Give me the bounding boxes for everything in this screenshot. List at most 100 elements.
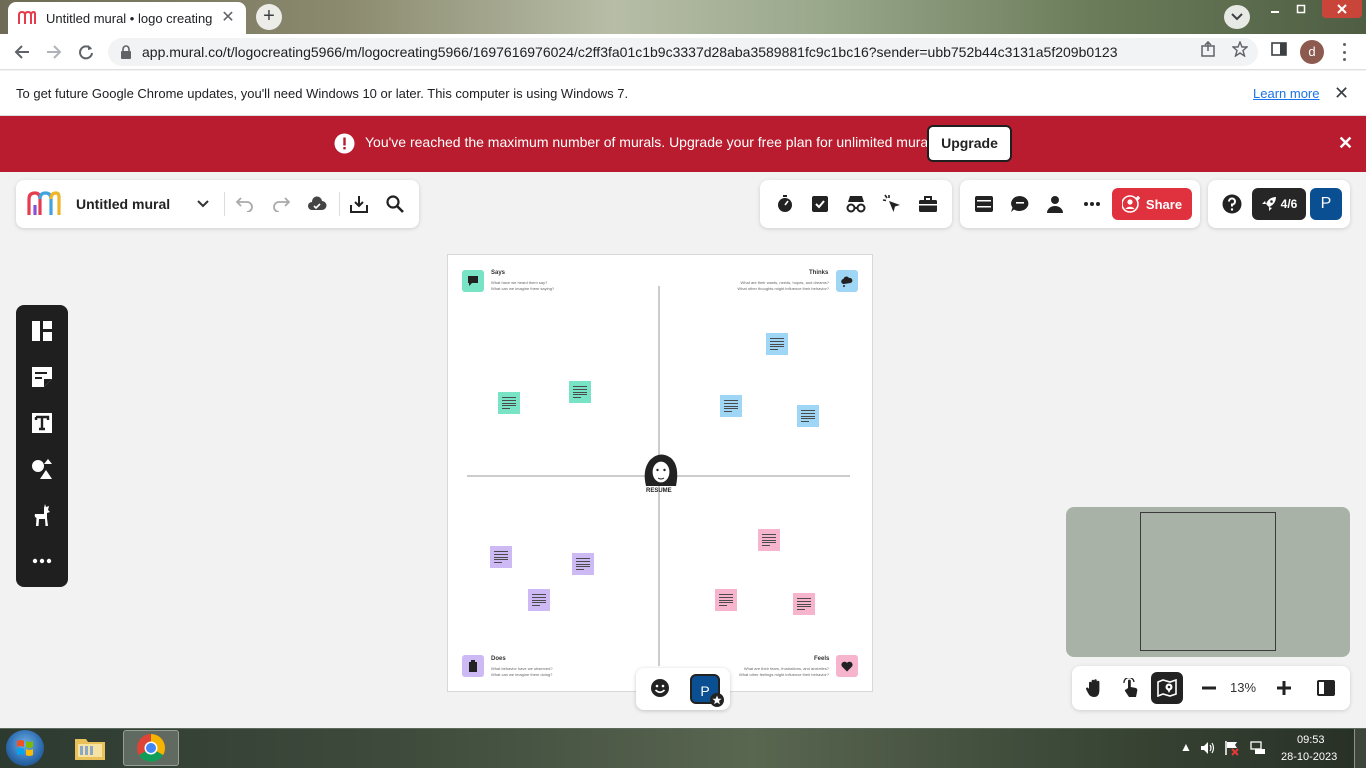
update-infobar: To get future Google Chrome updates, you… [0, 71, 1366, 116]
map-mode-button[interactable] [1151, 672, 1183, 704]
more-options-icon[interactable] [1080, 192, 1104, 216]
action-center-flag-icon[interactable] [1224, 740, 1240, 756]
shapes-icon[interactable] [30, 457, 54, 481]
sticky-note[interactable] [572, 553, 594, 575]
banner-close-icon[interactable]: ✕ [1338, 134, 1353, 152]
windows-start-button[interactable] [6, 730, 44, 766]
address-bar[interactable]: app.mural.co/t/logocreating5966/m/logocr… [108, 38, 1258, 66]
zoom-out-icon[interactable] [1197, 676, 1221, 700]
tab-search-button[interactable] [1224, 5, 1250, 29]
infobar-message: To get future Google Chrome updates, you… [16, 86, 629, 101]
quadrant-title-says: Says [491, 270, 506, 276]
chrome-icon [137, 734, 165, 762]
file-explorer-taskbar-item[interactable] [62, 730, 118, 766]
chrome-menu-icon[interactable] [1336, 43, 1352, 61]
sticky-note[interactable] [490, 546, 512, 568]
outline-icon[interactable] [972, 192, 996, 216]
sticky-note-icon[interactable] [30, 365, 54, 389]
undo-icon[interactable] [233, 192, 257, 216]
mural-logo-icon[interactable] [27, 190, 61, 218]
sticky-note[interactable] [715, 589, 737, 611]
timer-icon[interactable] [773, 192, 797, 216]
private-mode-icon[interactable] [844, 192, 868, 216]
search-icon[interactable] [383, 192, 407, 216]
quadrant-title-thinks: Thinks [809, 270, 829, 276]
tab-close-icon[interactable]: ✕ [220, 10, 236, 26]
thinks-cloud-icon [836, 270, 858, 292]
share-label: Share [1145, 196, 1183, 212]
share-button[interactable]: Share [1112, 188, 1192, 220]
sticky-note[interactable] [528, 589, 550, 611]
quadrant-title-does: Does [491, 656, 506, 662]
text-icon[interactable] [30, 411, 54, 435]
zoom-in-icon[interactable] [1272, 676, 1296, 700]
share-page-icon[interactable] [1200, 41, 1216, 57]
export-download-icon[interactable] [347, 192, 371, 216]
show-hidden-icons-icon[interactable]: ▲ [1180, 740, 1192, 754]
url-text: app.mural.co/t/logocreating5966/m/logocr… [142, 44, 1118, 60]
show-desktop-button[interactable] [1354, 729, 1366, 768]
forward-arrow-icon[interactable] [43, 41, 65, 63]
sticky-note[interactable] [720, 395, 742, 417]
new-tab-button[interactable]: + [256, 4, 282, 30]
volume-icon[interactable] [1200, 741, 1216, 755]
chevron-down-icon[interactable] [191, 192, 215, 216]
touch-select-icon[interactable] [1119, 676, 1143, 700]
minimize-window-icon[interactable] [1262, 0, 1288, 18]
upgrade-button[interactable]: Upgrade [927, 125, 1012, 162]
mural-title[interactable]: Untitled mural [76, 196, 170, 212]
facilitator-star-icon [710, 693, 724, 707]
persona-label: RESUME [646, 488, 672, 494]
sticky-note[interactable] [569, 381, 591, 403]
maximize-window-icon[interactable] [1288, 0, 1314, 18]
banner-message: You've reached the maximum number of mur… [365, 134, 943, 150]
llama-icon[interactable] [30, 503, 54, 527]
cloud-saved-icon [305, 192, 329, 216]
close-window-icon[interactable] [1322, 0, 1362, 18]
reload-icon[interactable] [75, 41, 97, 63]
side-panel-icon[interactable] [1271, 41, 1287, 57]
mural-favicon-icon [18, 11, 36, 25]
browser-tab[interactable]: Untitled mural • logo creating ✕ [8, 2, 246, 34]
alert-icon [334, 133, 355, 154]
network-icon[interactable] [1250, 741, 1266, 755]
more-tools-icon[interactable] [30, 549, 54, 573]
tab-title: Untitled mural • logo creating [46, 10, 213, 26]
members-icon[interactable] [1043, 192, 1067, 216]
quadrant-prompt: What other thoughts might influence thei… [737, 286, 829, 291]
voting-checkbox-icon[interactable] [808, 192, 832, 216]
taskbar-clock-date[interactable]: 28-10-2023 [1281, 751, 1337, 763]
toolbox-icon[interactable] [916, 192, 940, 216]
onboarding-progress-button[interactable]: 4/6 [1252, 188, 1306, 220]
summon-cursor-icon[interactable] [880, 192, 904, 216]
back-arrow-icon[interactable] [11, 41, 33, 63]
sticky-note[interactable] [797, 405, 819, 427]
lock-icon [120, 45, 132, 59]
hand-pan-icon[interactable] [1083, 676, 1107, 700]
zoom-level[interactable]: 13% [1230, 680, 1256, 695]
sticky-note[interactable] [766, 333, 788, 355]
quadrant-prompt: What can we imagine them doing? [491, 672, 553, 677]
quadrant-title-feels: Feels [814, 656, 830, 662]
bookmark-star-icon[interactable] [1232, 41, 1248, 57]
divider [224, 192, 225, 216]
comments-icon[interactable] [1008, 192, 1032, 216]
windows-logo-icon [17, 740, 33, 756]
emoji-reaction-icon[interactable] [648, 676, 672, 700]
profile-avatar[interactable]: d [1300, 40, 1324, 64]
says-speech-bubble-icon [462, 270, 484, 292]
sticky-note[interactable] [498, 392, 520, 414]
templates-icon[interactable] [30, 319, 54, 343]
infobar-close-icon[interactable]: ✕ [1334, 84, 1349, 102]
toggle-minimap-icon[interactable] [1314, 676, 1338, 700]
help-icon[interactable] [1220, 192, 1244, 216]
sticky-note[interactable] [758, 529, 780, 551]
minimap-viewport[interactable] [1140, 512, 1276, 651]
redo-icon[interactable] [269, 192, 293, 216]
user-avatar[interactable]: P [1310, 188, 1342, 220]
sticky-note[interactable] [793, 593, 815, 615]
chrome-taskbar-item[interactable] [123, 730, 179, 766]
taskbar-clock-time[interactable]: 09:53 [1297, 734, 1325, 746]
learn-more-link[interactable]: Learn more [1253, 86, 1319, 101]
windows-taskbar [0, 728, 1366, 768]
